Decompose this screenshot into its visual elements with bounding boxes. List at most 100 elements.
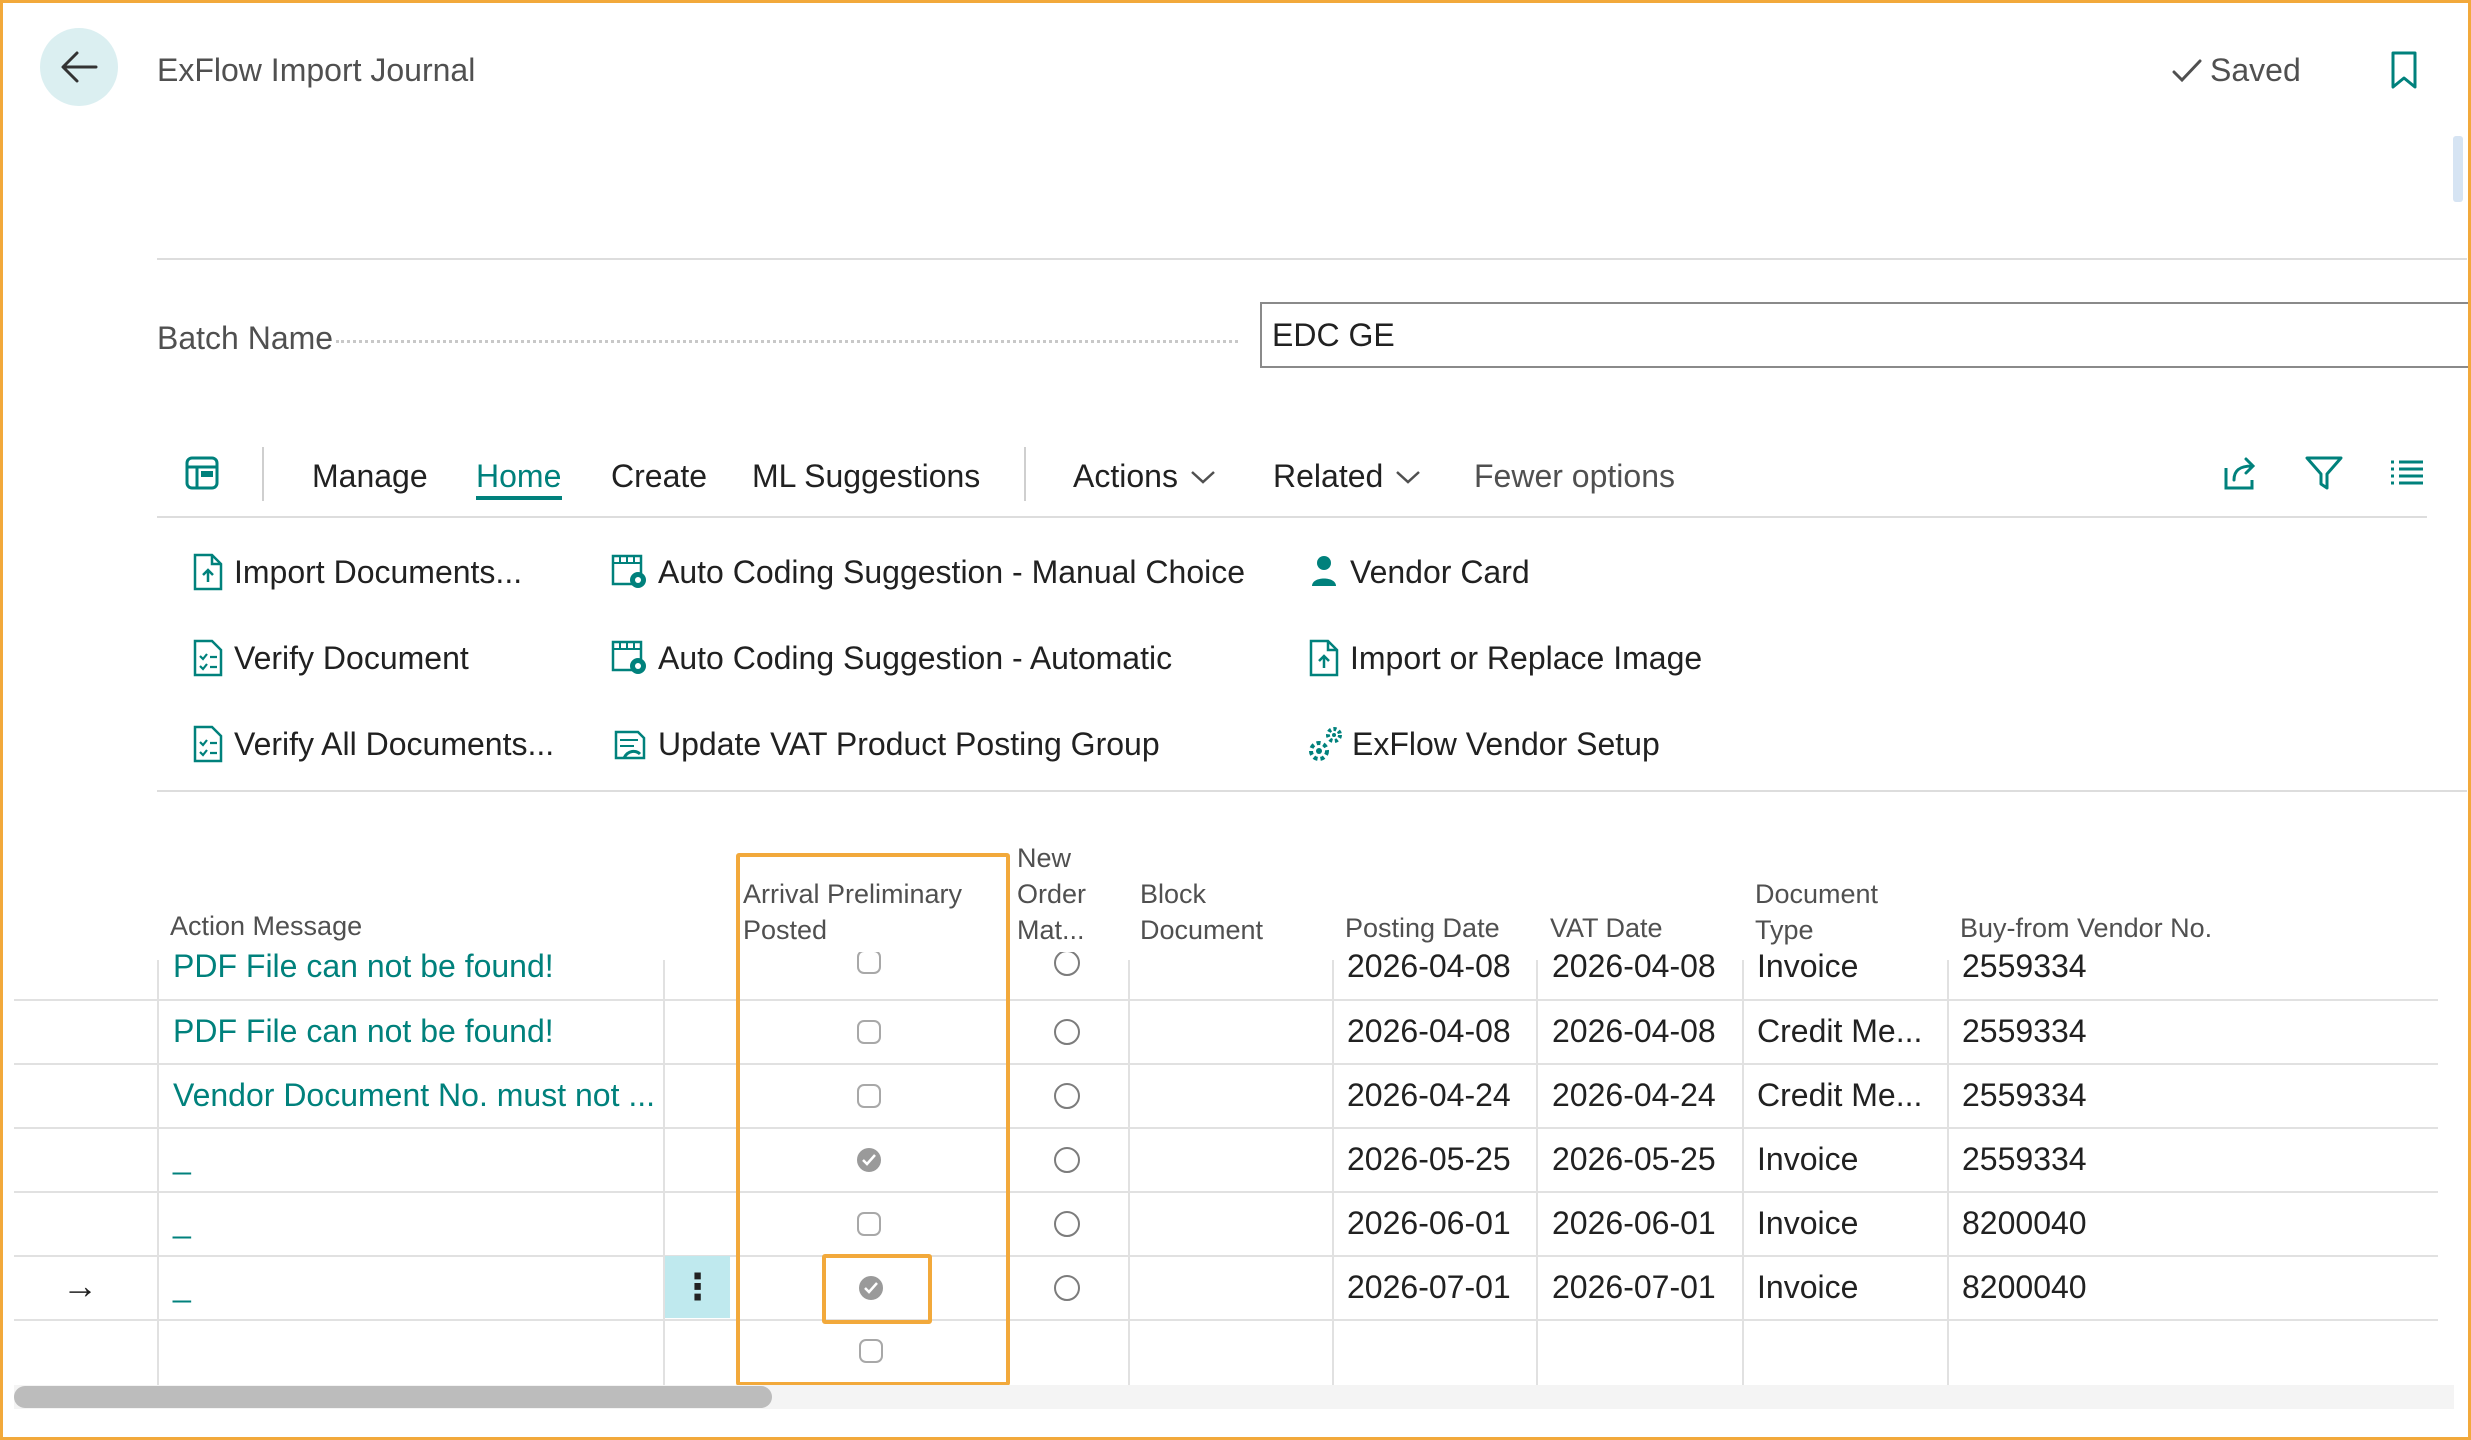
new-order-match-checkbox[interactable] [1054,952,1080,976]
tab-home[interactable]: Home [476,458,561,495]
vat-date-cell[interactable]: 2026-06-01 [1552,1205,1716,1242]
selected-row-arrow-icon: → [62,1265,98,1306]
bookmark-button[interactable] [2390,50,2418,95]
fewer-options-button[interactable]: Fewer options [1474,458,1675,495]
vat-date-cell[interactable]: 2026-07-01 [1552,1269,1716,1306]
filter-icon[interactable] [2304,454,2344,497]
saved-status: Saved [2172,52,2301,89]
batch-name-leader [336,340,1238,343]
col-header-new-order-line1: New [1017,843,1072,873]
back-arrow-icon [61,51,98,83]
action-message-link[interactable]: _ [173,1267,191,1304]
page-title: ExFlow Import Journal [157,52,476,88]
action-message-link[interactable]: _ [173,1139,191,1176]
update-vat-icon [614,730,646,760]
new-order-match-checkbox[interactable] [1054,1019,1080,1045]
new-order-match-checkbox[interactable] [1054,1275,1080,1301]
document-type-cell[interactable]: Invoice [1757,1205,1858,1242]
update-vat-group-button[interactable]: Update VAT Product Posting Group [610,724,1160,764]
col-header-new-order-match[interactable]: New Order Mat... [1017,840,1086,948]
tab-ml-suggestions[interactable]: ML Suggestions [752,458,980,495]
vendor-card-button[interactable]: Vendor Card [1306,552,1530,592]
posting-date-cell[interactable]: 2026-06-01 [1347,1205,1511,1242]
document-type-cell[interactable]: Credit Me... [1757,1077,1922,1114]
back-button[interactable] [40,28,118,106]
toolbar-divider [157,516,2427,518]
vat-date-cell[interactable]: 2026-04-08 [1552,952,1716,985]
action-message-link[interactable]: PDF File can not be found! [173,952,554,985]
checkmark-icon [2172,59,2202,82]
col-header-new-order-line2: Order [1017,879,1087,909]
posting-date-cell[interactable]: 2026-04-24 [1347,1077,1511,1114]
posting-date-cell[interactable]: 2026-04-08 [1347,952,1511,985]
import-documents-button[interactable]: Import Documents... [190,552,522,592]
auto-coding-automatic-label: Auto Coding Suggestion - Automatic [658,639,1173,676]
actions-menu[interactable]: Actions [1073,458,1216,495]
vat-date-cell[interactable]: 2026-04-24 [1552,1077,1716,1114]
row-actions-menu-button[interactable]: ⋮ [665,1256,730,1318]
batch-name-field[interactable]: EDC GE [1260,302,2470,368]
vertical-scrollbar[interactable] [2453,136,2463,202]
table-row-new[interactable] [0,1321,2471,1383]
settings-icon [1309,727,1342,761]
exflow-vendor-setup-button[interactable]: ExFlow Vendor Setup [1306,724,1660,764]
vat-date-cell[interactable]: 2026-04-08 [1552,1013,1716,1050]
auto-coding-icon [611,554,646,588]
document-check-icon [193,725,223,763]
table-row[interactable]: PDF File can not be found! 2026-04-08 20… [0,952,2471,998]
table-row[interactable]: _ 2026-05-25 2026-05-25 Invoice 2559334 [0,1129,2471,1191]
new-order-match-checkbox[interactable] [1054,1211,1080,1237]
posting-date-cell[interactable]: 2026-05-25 [1347,1141,1511,1178]
vendor-no-cell[interactable]: 8200040 [1962,1269,2087,1306]
col-header-doc-type-line2: Type [1755,915,1814,945]
checkbox-highlight-box [822,1254,932,1324]
document-type-cell[interactable]: Invoice [1757,952,1858,985]
related-menu[interactable]: Related [1273,458,1421,495]
share-icon[interactable] [2220,454,2260,497]
verify-document-button[interactable]: Verify Document [190,638,469,678]
page-layout-icon[interactable] [184,454,220,497]
action-message-link[interactable]: PDF File can not be found! [173,1013,554,1050]
action-message-link[interactable]: Vendor Document No. must not ... [173,1077,655,1114]
col-header-document-type[interactable]: Document Type [1755,876,1878,948]
vendor-no-cell[interactable]: 2559334 [1962,1141,2087,1178]
new-order-match-checkbox[interactable] [1054,1083,1080,1109]
list-icon[interactable] [2388,454,2426,497]
tab-create[interactable]: Create [611,458,707,495]
update-vat-group-label: Update VAT Product Posting Group [658,725,1160,762]
actions-divider [157,790,2467,792]
vendor-no-cell[interactable]: 8200040 [1962,1205,2087,1242]
action-message-link[interactable]: _ [173,1203,191,1240]
document-type-cell[interactable]: Invoice [1757,1141,1858,1178]
posting-date-cell[interactable]: 2026-07-01 [1347,1269,1511,1306]
col-header-vat-date[interactable]: VAT Date [1550,910,1663,946]
vat-date-cell[interactable]: 2026-05-25 [1552,1141,1716,1178]
col-header-block-line1: Block [1140,879,1207,909]
col-header-action-message[interactable]: Action Message [170,908,362,944]
active-tab-indicator [476,496,562,500]
table-row[interactable]: Vendor Document No. must not ... 2026-04… [0,1065,2471,1127]
table-row[interactable]: _ 2026-06-01 2026-06-01 Invoice 8200040 [0,1193,2471,1255]
bookmark-icon [2391,51,2417,89]
new-order-match-checkbox[interactable] [1054,1147,1080,1173]
document-type-cell[interactable]: Invoice [1757,1269,1858,1306]
col-header-block-document[interactable]: Block Document [1140,876,1263,948]
import-replace-image-button[interactable]: Import or Replace Image [1306,638,1702,678]
verify-document-label: Verify Document [234,639,469,676]
vendor-no-cell[interactable]: 2559334 [1962,1013,2087,1050]
table-row[interactable]: PDF File can not be found! 2026-04-08 20… [0,1001,2471,1063]
col-header-posting-date[interactable]: Posting Date [1345,910,1500,946]
vendor-no-cell[interactable]: 2559334 [1962,1077,2087,1114]
verify-all-documents-button[interactable]: Verify All Documents... [190,724,554,764]
posting-date-cell[interactable]: 2026-04-08 [1347,1013,1511,1050]
vendor-no-cell[interactable]: 2559334 [1962,952,2087,985]
tab-manage[interactable]: Manage [312,458,428,495]
batch-name-label: Batch Name [157,320,334,356]
auto-coding-manual-label: Auto Coding Suggestion - Manual Choice [658,553,1246,590]
col-header-vendor-no[interactable]: Buy-from Vendor No. [1960,910,2212,946]
horizontal-scrollbar-thumb[interactable] [14,1386,772,1408]
auto-coding-automatic-button[interactable]: Auto Coding Suggestion - Automatic [610,638,1172,678]
auto-coding-manual-button[interactable]: Auto Coding Suggestion - Manual Choice [610,552,1245,592]
table-row-selected[interactable]: → _ 2026-07-01 2026-07-01 Invoice 820004… [0,1257,2471,1319]
document-type-cell[interactable]: Credit Me... [1757,1013,1922,1050]
